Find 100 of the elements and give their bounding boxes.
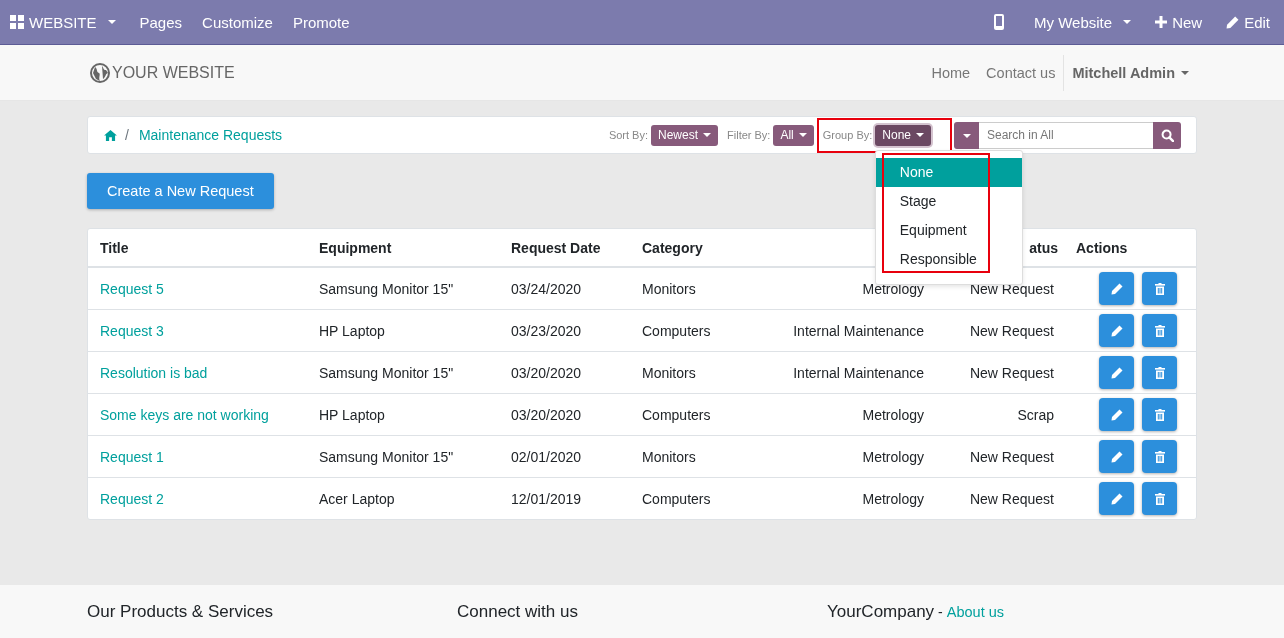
edit-button[interactable] bbox=[1099, 440, 1134, 473]
search-button[interactable] bbox=[1153, 121, 1181, 149]
table-cell: Monitors bbox=[642, 448, 696, 465]
edit-button[interactable] bbox=[1099, 272, 1134, 305]
delete-button[interactable] bbox=[1142, 272, 1177, 305]
site-logo[interactable]: YOUR WEBSITE bbox=[90, 52, 235, 93]
table-cell: Metrology bbox=[862, 280, 924, 297]
footer-heading: Our Products & Services bbox=[87, 602, 274, 621]
table-cell: Samsung Monitor 15" bbox=[319, 280, 454, 297]
request-link[interactable]: Request 2 bbox=[100, 490, 164, 507]
column-header: Category bbox=[642, 239, 703, 256]
plus-icon bbox=[1155, 16, 1168, 28]
table-cell: Monitors bbox=[642, 280, 696, 297]
column-header: atus bbox=[1029, 239, 1058, 256]
sort-label: Sort By: bbox=[608, 129, 648, 141]
breadcrumb-link[interactable]: Maintenance Requests bbox=[138, 127, 283, 143]
app-menu[interactable]: WEBSITE bbox=[0, 13, 130, 31]
globe-icon bbox=[90, 62, 110, 83]
edit-button[interactable] bbox=[1099, 398, 1134, 431]
menu-option[interactable]: Stage bbox=[875, 186, 1022, 216]
table-cell: Metrology bbox=[862, 490, 924, 507]
breadcrumb-separator: / bbox=[125, 127, 129, 143]
column-header: Equipment bbox=[319, 239, 392, 256]
table-cell: Acer Laptop bbox=[319, 490, 395, 507]
footer-heading: Connect with us bbox=[457, 602, 578, 621]
filter-label: Filter By: bbox=[727, 129, 771, 141]
menu-option[interactable]: Equipment bbox=[875, 215, 1022, 245]
nav-link[interactable]: Contact us bbox=[978, 64, 1064, 81]
home-icon[interactable] bbox=[104, 129, 117, 141]
pencil-icon bbox=[1110, 324, 1123, 337]
table-cell: Monitors bbox=[642, 364, 696, 381]
table-cell: Metrology bbox=[862, 406, 924, 423]
column-header: Request Date bbox=[511, 239, 601, 256]
topbar-menu-item[interactable]: Promote bbox=[282, 13, 360, 31]
pencil-icon bbox=[1226, 15, 1240, 29]
table-cell: 12/01/2019 bbox=[511, 490, 582, 507]
search-field[interactable]: Search in All bbox=[979, 121, 1153, 149]
nav-link[interactable]: Home bbox=[923, 64, 979, 81]
table-cell: 03/20/2020 bbox=[511, 364, 582, 381]
menu-option[interactable]: Responsible bbox=[875, 244, 1022, 274]
website-switcher[interactable]: My Website bbox=[1024, 13, 1146, 31]
delete-button[interactable] bbox=[1142, 314, 1177, 347]
table-cell: New Request bbox=[969, 280, 1054, 297]
edit-button[interactable] bbox=[1099, 482, 1134, 515]
pencil-icon bbox=[1110, 408, 1123, 421]
user-menu[interactable]: Mitchell Admin bbox=[1063, 54, 1189, 91]
menu-option[interactable]: None bbox=[875, 157, 1022, 187]
trash-icon bbox=[1154, 366, 1165, 379]
grid-icon bbox=[10, 15, 24, 29]
sort-dropdown[interactable]: Newest bbox=[651, 124, 719, 146]
table-cell: New Request bbox=[969, 322, 1054, 339]
table-cell: Metrology bbox=[862, 448, 924, 465]
topbar-menu-item[interactable]: Customize bbox=[192, 13, 283, 31]
footer-separator: - bbox=[938, 604, 943, 620]
table-cell: Scrap bbox=[1017, 406, 1054, 423]
pencil-icon bbox=[1110, 366, 1123, 379]
edit-button[interactable]: Edit bbox=[1216, 13, 1284, 31]
about-link[interactable]: About us bbox=[946, 604, 1005, 620]
request-link[interactable]: Resolution is bad bbox=[100, 364, 208, 381]
search-icon bbox=[1160, 128, 1174, 142]
create-request-button[interactable]: Create a New Request bbox=[87, 173, 274, 209]
edit-button[interactable] bbox=[1099, 314, 1134, 347]
delete-button[interactable] bbox=[1142, 398, 1177, 431]
footer-heading: YourCompany bbox=[827, 602, 935, 622]
table-cell: Internal Maintenance bbox=[793, 364, 924, 381]
table-cell: New Request bbox=[969, 448, 1054, 465]
pencil-icon bbox=[1110, 450, 1123, 463]
delete-button[interactable] bbox=[1142, 356, 1177, 389]
table-cell: Samsung Monitor 15" bbox=[319, 448, 454, 465]
filter-dropdown[interactable]: All bbox=[773, 124, 814, 146]
delete-button[interactable] bbox=[1142, 482, 1177, 515]
pencil-icon bbox=[1110, 282, 1123, 295]
trash-icon bbox=[1154, 408, 1165, 421]
search-options-dropdown[interactable] bbox=[954, 121, 979, 149]
request-link[interactable]: Request 3 bbox=[100, 322, 164, 339]
trash-icon bbox=[1154, 324, 1165, 337]
table-cell: New Request bbox=[969, 364, 1054, 381]
table-cell: Samsung Monitor 15" bbox=[319, 364, 454, 381]
table-cell: 03/23/2020 bbox=[511, 322, 582, 339]
column-header: Actions bbox=[1076, 239, 1128, 256]
pencil-icon bbox=[1110, 492, 1123, 505]
column-header: Title bbox=[100, 239, 129, 256]
table-cell: 02/01/2020 bbox=[511, 448, 582, 465]
request-link[interactable]: Request 5 bbox=[100, 280, 164, 297]
table-cell: HP Laptop bbox=[319, 406, 385, 423]
trash-icon bbox=[1154, 492, 1165, 505]
table-cell: HP Laptop bbox=[319, 322, 385, 339]
table-cell: 03/20/2020 bbox=[511, 406, 582, 423]
table-cell: Computers bbox=[642, 322, 711, 339]
table-cell: Computers bbox=[642, 490, 711, 507]
request-link[interactable]: Request 1 bbox=[100, 448, 164, 465]
group-dropdown[interactable]: None bbox=[875, 124, 931, 146]
table-cell: New Request bbox=[969, 490, 1054, 507]
new-button[interactable]: New bbox=[1145, 13, 1217, 31]
request-link[interactable]: Some keys are not working bbox=[100, 406, 269, 423]
table-cell: Computers bbox=[642, 406, 711, 423]
topbar-menu-item[interactable]: Pages bbox=[129, 13, 193, 31]
delete-button[interactable] bbox=[1142, 440, 1177, 473]
edit-button[interactable] bbox=[1099, 356, 1134, 389]
mobile-phone-icon[interactable] bbox=[994, 14, 1005, 30]
